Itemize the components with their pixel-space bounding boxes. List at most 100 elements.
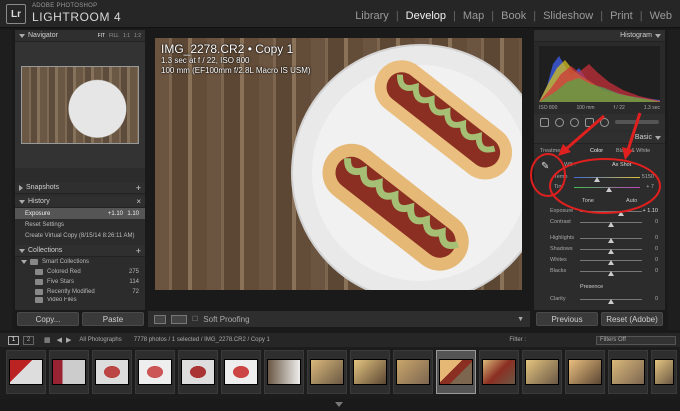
- histogram[interactable]: ISO 800 100 mm f / 22 1.3 sec: [534, 42, 665, 114]
- red-eye-icon[interactable]: [570, 117, 579, 127]
- module-slideshow[interactable]: Slideshow: [541, 10, 595, 22]
- module-library[interactable]: Library: [353, 10, 391, 22]
- shadows-value[interactable]: 0: [638, 246, 658, 252]
- filmstrip-status[interactable]: 7778 photos / 1 selected / IMG_2278.CR2 …: [134, 337, 270, 343]
- left-panel-edge[interactable]: [0, 30, 12, 330]
- history-item[interactable]: Exposure +1.10 1.10: [15, 208, 145, 219]
- adjustment-brush-icon[interactable]: [615, 120, 659, 124]
- basic-header[interactable]: Basic: [534, 132, 665, 144]
- clarity-value[interactable]: 0: [638, 296, 658, 302]
- module-web[interactable]: Web: [648, 10, 674, 22]
- paste-button[interactable]: Paste: [82, 312, 144, 326]
- module-book[interactable]: Book: [499, 10, 528, 22]
- forward-arrow-icon[interactable]: ▶: [66, 336, 71, 344]
- contrast-value[interactable]: 0: [638, 219, 658, 225]
- treatment-bw[interactable]: Black & White: [616, 148, 650, 154]
- filmstrip-thumb[interactable]: [350, 350, 390, 394]
- back-arrow-icon[interactable]: ◀: [57, 336, 62, 344]
- history-item[interactable]: Create Virtual Copy (8/15/14 8:26:11 AM): [15, 230, 145, 241]
- whites-slider-knob[interactable]: [608, 260, 614, 265]
- filmstrip-thumb[interactable]: [393, 350, 433, 394]
- treatment-color[interactable]: Color: [590, 148, 603, 154]
- module-map[interactable]: Map: [461, 10, 486, 22]
- highlights-slider-knob[interactable]: [608, 238, 614, 243]
- copy-button[interactable]: Copy...: [17, 312, 79, 326]
- module-develop[interactable]: Develop: [404, 10, 448, 22]
- white-balance-eyedropper-icon[interactable]: ✎: [541, 161, 549, 172]
- exposure-slider-knob[interactable]: [618, 211, 624, 216]
- filmstrip-thumb[interactable]: [307, 350, 347, 394]
- add-collection-icon[interactable]: +: [136, 246, 141, 256]
- collection-item[interactable]: Five Stars 114: [15, 277, 145, 287]
- right-panel-edge[interactable]: [668, 30, 680, 330]
- filmstrip-thumb[interactable]: [178, 350, 218, 394]
- whites-value[interactable]: 0: [638, 257, 658, 263]
- collection-item[interactable]: Recently Modified 72: [15, 287, 145, 297]
- before-after-icon[interactable]: [171, 314, 187, 324]
- filmstrip-toggle-icon[interactable]: [335, 402, 343, 407]
- main-photo[interactable]: IMG_2278.CR2 • Copy 1 1.3 sec at f / 22,…: [155, 38, 522, 290]
- history-header[interactable]: History ×: [15, 196, 145, 208]
- collection-set[interactable]: Smart Collections: [15, 257, 145, 267]
- filter-dropdown[interactable]: Filters Off: [596, 335, 676, 345]
- tint-value[interactable]: + 7: [634, 184, 654, 190]
- filmstrip-thumb[interactable]: [565, 350, 605, 394]
- navigator-preview[interactable]: [15, 42, 145, 168]
- filmstrip-thumb[interactable]: [479, 350, 519, 394]
- blacks-value[interactable]: 0: [638, 268, 658, 274]
- reset-button[interactable]: Reset (Adobe): [601, 312, 663, 326]
- add-snapshot-icon[interactable]: +: [136, 183, 141, 193]
- grid-view-icon[interactable]: ▦: [44, 336, 51, 344]
- zoom-1-1[interactable]: 1:1: [123, 33, 130, 39]
- exposure-value[interactable]: + 1.10: [638, 208, 658, 214]
- collection-item[interactable]: Colored Red 275: [15, 267, 145, 277]
- module-print[interactable]: Print: [608, 10, 635, 22]
- temp-slider-knob[interactable]: [594, 177, 600, 182]
- zoom-fit[interactable]: FIT: [98, 33, 106, 39]
- clarity-slider-knob[interactable]: [608, 299, 614, 304]
- filmstrip-thumb[interactable]: [49, 350, 89, 394]
- highlights-value[interactable]: 0: [638, 235, 658, 241]
- filmstrip-thumb-selected[interactable]: [436, 350, 476, 394]
- slider-label-clarity: Clarity: [550, 296, 566, 302]
- toolbar-menu-icon[interactable]: ▼: [517, 316, 524, 323]
- crop-tool-icon[interactable]: [540, 117, 549, 127]
- filmstrip-thumb[interactable]: [135, 350, 175, 394]
- spot-removal-icon[interactable]: [555, 117, 564, 127]
- filmstrip-source[interactable]: All Photographs: [79, 337, 121, 343]
- secondary-display-icon[interactable]: 2: [23, 335, 34, 345]
- histogram-header[interactable]: Histogram: [534, 30, 665, 42]
- temp-slider[interactable]: [574, 177, 640, 178]
- zoom-1-2[interactable]: 1:2: [134, 33, 141, 39]
- zoom-fill[interactable]: FILL: [109, 33, 119, 39]
- loupe-view-icon[interactable]: [154, 314, 166, 324]
- wb-value[interactable]: As Shot: [612, 162, 631, 168]
- blacks-slider-knob[interactable]: [608, 271, 614, 276]
- navigator-header[interactable]: Navigator FIT FILL 1:1 1:2: [15, 30, 145, 42]
- snapshots-header[interactable]: Snapshots +: [15, 182, 145, 194]
- shadows-slider-knob[interactable]: [608, 249, 614, 254]
- filmstrip-thumb[interactable]: [221, 350, 261, 394]
- filmstrip-thumb[interactable]: [522, 350, 562, 394]
- primary-display-icon[interactable]: 1: [8, 335, 19, 345]
- exposure-slider[interactable]: [580, 211, 642, 212]
- temp-value[interactable]: 5150: [634, 174, 654, 180]
- filmstrip-thumb[interactable]: [651, 350, 677, 394]
- filmstrip-thumb[interactable]: [608, 350, 648, 394]
- history-item[interactable]: Reset Settings: [15, 219, 145, 230]
- tint-slider-knob[interactable]: [606, 187, 612, 192]
- navigator-thumbnail[interactable]: [21, 66, 139, 144]
- graduated-filter-icon[interactable]: [585, 117, 594, 127]
- filmstrip-thumb[interactable]: [6, 350, 46, 394]
- clear-history-icon[interactable]: ×: [136, 197, 141, 206]
- radial-filter-icon[interactable]: [600, 117, 609, 127]
- contrast-slider-knob[interactable]: [608, 222, 614, 227]
- filmstrip-thumb[interactable]: [264, 350, 304, 394]
- navigator-title: Navigator: [28, 32, 58, 39]
- soft-proofing-checkbox[interactable]: ☐: [192, 315, 198, 323]
- previous-button[interactable]: Previous: [536, 312, 598, 326]
- collections-header[interactable]: Collections +: [15, 245, 145, 257]
- auto-tone-button[interactable]: Auto: [626, 198, 637, 204]
- collection-item[interactable]: Video Files: [15, 297, 145, 303]
- filmstrip-thumb[interactable]: [92, 350, 132, 394]
